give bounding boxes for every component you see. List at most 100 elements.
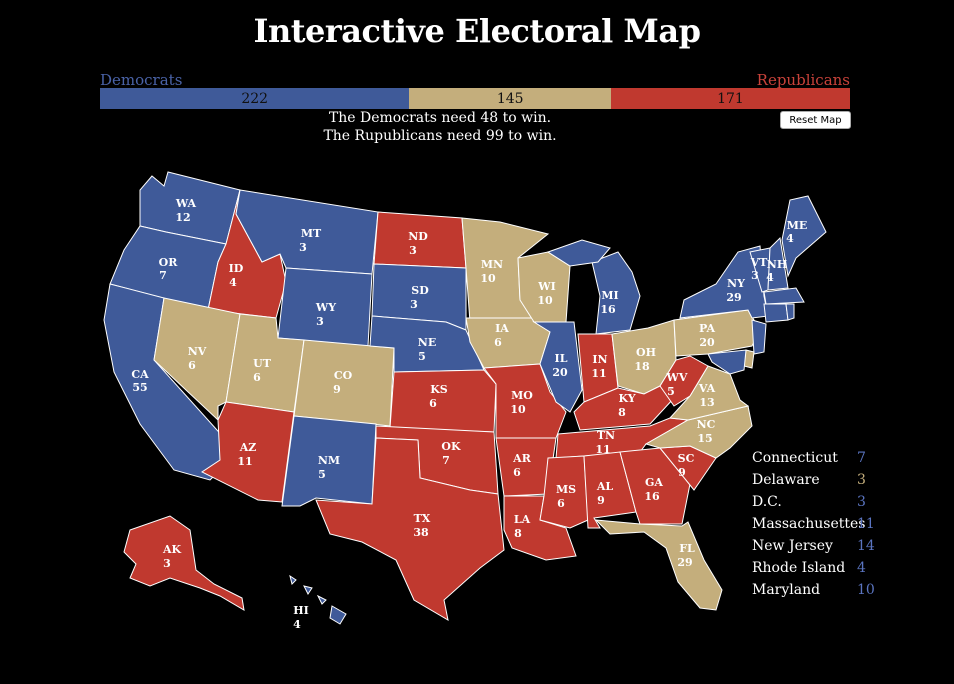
- label-mt-abbr: MT: [301, 227, 322, 240]
- label-nv-abbr: NV: [188, 345, 207, 358]
- state-ak[interactable]: [123, 515, 245, 611]
- small-state-rhode-island[interactable]: Rhode Island 4: [752, 557, 875, 579]
- small-state-name: D.C.: [752, 494, 782, 510]
- label-ca-ev: 55: [132, 381, 147, 394]
- label-wi-ev: 10: [537, 294, 553, 307]
- label-nd-ev: 3: [409, 244, 417, 257]
- label-ar-ev: 6: [513, 466, 521, 479]
- label-ut-ev: 6: [253, 371, 261, 384]
- label-sd-ev: 3: [410, 298, 418, 311]
- state-ct[interactable]: [763, 303, 789, 323]
- label-ne-ev: 5: [418, 350, 426, 363]
- label-la-abbr: LA: [514, 513, 531, 526]
- label-ca-abbr: CA: [131, 368, 149, 381]
- label-ak-abbr: AK: [162, 543, 182, 556]
- small-state-ev: 3: [857, 494, 866, 510]
- label-pa-abbr: PA: [699, 322, 715, 335]
- label-va-abbr: VA: [698, 382, 716, 395]
- small-states-list: Connecticut 7 Delaware 3 D.C. 3 Massachu…: [752, 447, 875, 601]
- small-state-maryland[interactable]: Maryland 10: [752, 579, 875, 601]
- label-va-ev: 13: [699, 396, 714, 409]
- label-ga-ev: 16: [644, 490, 660, 503]
- state-ri[interactable]: [785, 303, 795, 321]
- label-id-ev: 4: [229, 276, 237, 289]
- label-nh-ev: 4: [766, 271, 774, 284]
- label-me-ev: 4: [786, 232, 794, 245]
- label-nh-abbr: NH: [767, 258, 787, 271]
- label-wy-abbr: WY: [315, 301, 336, 314]
- label-me-abbr: ME: [787, 219, 808, 232]
- small-state-name: Massachusettes: [752, 516, 866, 532]
- label-ak-ev: 3: [163, 557, 171, 570]
- label-ny-abbr: NY: [727, 277, 745, 290]
- label-wa-ev: 12: [175, 211, 190, 224]
- small-state-name: Rhode Island: [752, 560, 846, 576]
- label-ny-ev: 29: [726, 291, 741, 304]
- label-mn-ev: 10: [480, 272, 496, 285]
- small-state-new-jersey[interactable]: New Jersey 14: [752, 535, 875, 557]
- label-ut-abbr: UT: [253, 357, 272, 370]
- label-tn-ev: 11: [595, 443, 610, 456]
- label-wy-ev: 3: [316, 315, 324, 328]
- label-al-ev: 9: [597, 494, 605, 507]
- label-vt-ev: 3: [751, 269, 759, 282]
- label-wv-ev: 5: [667, 385, 675, 398]
- label-oh-ev: 18: [634, 360, 650, 373]
- label-vt-abbr: VT: [750, 256, 769, 269]
- label-mo-abbr: MO: [511, 389, 533, 402]
- label-mo-ev: 10: [510, 403, 526, 416]
- label-az-abbr: AZ: [239, 441, 257, 454]
- small-state-ev: 14: [857, 538, 875, 554]
- state-fl[interactable]: [594, 519, 723, 611]
- label-fl-abbr: FL: [679, 542, 695, 555]
- label-mn-abbr: MN: [481, 258, 503, 271]
- label-wa-abbr: WA: [175, 197, 197, 210]
- label-nv-ev: 6: [188, 359, 196, 372]
- label-ok-abbr: OK: [441, 440, 461, 453]
- small-state-massachusettes[interactable]: Massachusettes 11: [752, 513, 875, 535]
- label-nm-ev: 5: [318, 468, 326, 481]
- label-ks-ev: 6: [429, 397, 437, 410]
- label-ga-abbr: GA: [645, 476, 663, 489]
- label-az-ev: 11: [237, 455, 252, 468]
- label-fl-ev: 29: [677, 556, 692, 569]
- small-state-name: Maryland: [752, 582, 821, 598]
- state-ma[interactable]: [763, 287, 805, 305]
- label-in-abbr: IN: [592, 353, 607, 366]
- label-nm-abbr: NM: [318, 454, 340, 467]
- label-hi-ev: 4: [293, 618, 301, 631]
- label-ne-abbr: NE: [418, 336, 436, 349]
- label-id-abbr: ID: [229, 262, 244, 275]
- state-shapes: [103, 171, 827, 625]
- label-ms-ev: 6: [557, 497, 565, 510]
- label-ok-ev: 7: [442, 454, 450, 467]
- label-tx-ev: 38: [413, 526, 429, 539]
- small-state-connecticut[interactable]: Connecticut 7: [752, 447, 875, 469]
- label-sd-abbr: SD: [411, 284, 429, 297]
- label-il-abbr: IL: [555, 352, 568, 365]
- label-pa-ev: 20: [699, 336, 715, 349]
- small-state-ev: 4: [857, 560, 866, 576]
- state-co[interactable]: [293, 339, 395, 427]
- small-state-ev: 10: [857, 582, 875, 598]
- state-nj[interactable]: [751, 319, 767, 355]
- label-tn-abbr: TN: [597, 429, 615, 442]
- label-mi-ev: 16: [600, 303, 616, 316]
- small-state-name: Connecticut: [752, 450, 838, 466]
- label-il-ev: 20: [552, 366, 568, 379]
- label-tx-abbr: TX: [414, 512, 431, 525]
- label-al-abbr: AL: [596, 480, 614, 493]
- label-wv-abbr: WV: [666, 371, 688, 384]
- state-ks[interactable]: [389, 369, 497, 433]
- small-state-ev: 3: [857, 472, 866, 488]
- label-mi-abbr: MI: [601, 289, 618, 302]
- label-ky-ev: 8: [618, 406, 626, 419]
- label-ky-abbr: KY: [618, 392, 635, 405]
- label-ms-abbr: MS: [556, 483, 576, 496]
- label-in-ev: 11: [591, 367, 606, 380]
- label-ia-ev: 6: [494, 336, 502, 349]
- small-state-dc[interactable]: D.C. 3: [752, 491, 875, 513]
- small-state-name: Delaware: [752, 472, 820, 488]
- small-state-ev: 11: [857, 516, 875, 532]
- small-state-delaware[interactable]: Delaware 3: [752, 469, 875, 491]
